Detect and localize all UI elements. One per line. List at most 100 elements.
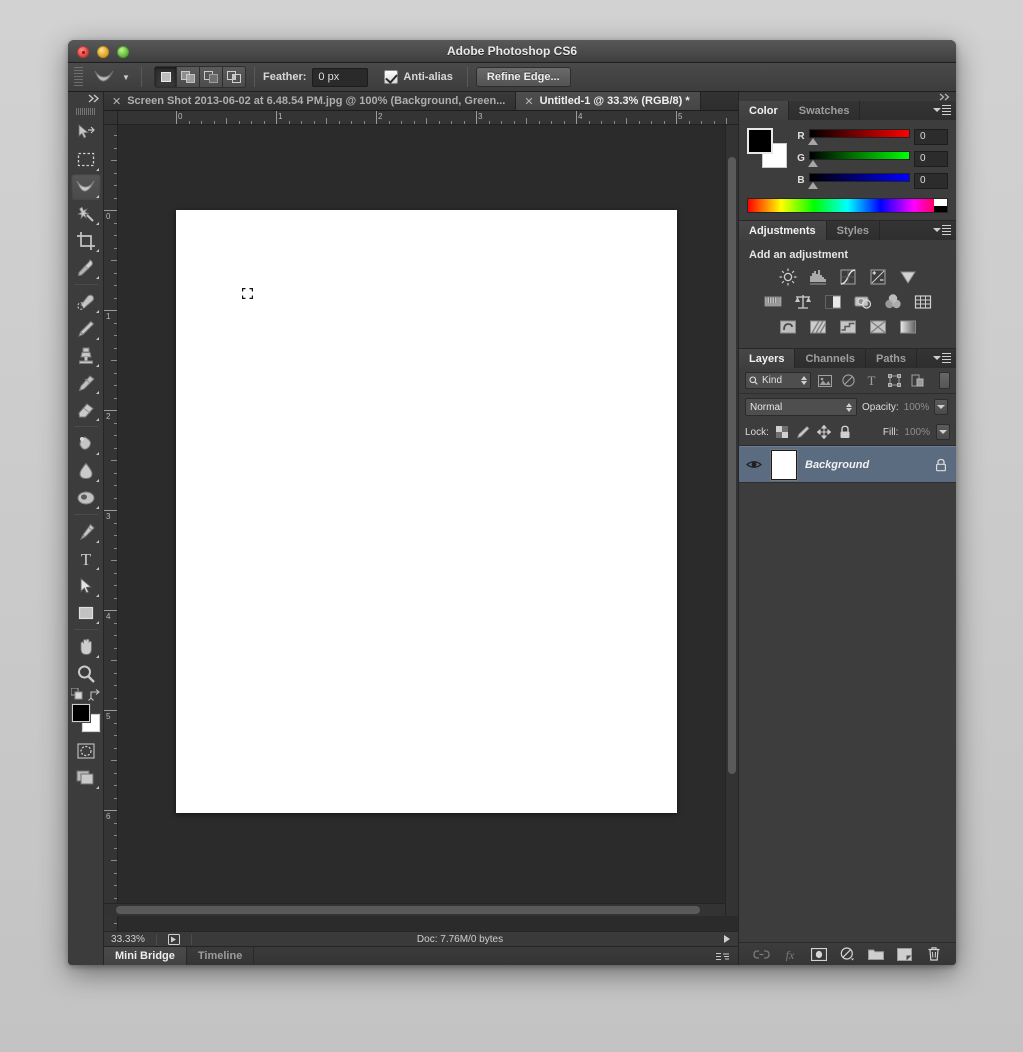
zoom-window-button[interactable] <box>117 46 129 58</box>
color-balance-icon[interactable] <box>793 292 813 312</box>
refine-edge-button[interactable]: Refine Edge... <box>475 67 571 87</box>
blend-mode-stepper-icon[interactable] <box>846 402 852 412</box>
brightness-contrast-icon[interactable] <box>778 267 798 287</box>
color-spectrum-ramp[interactable] <box>747 198 948 213</box>
subtract-from-selection-button[interactable] <box>200 66 223 88</box>
pen-tool[interactable] <box>71 518 101 545</box>
type-tool[interactable]: T <box>71 545 101 572</box>
gradient-tool[interactable] <box>71 430 101 457</box>
lock-all-icon[interactable] <box>838 425 853 440</box>
dodge-tool[interactable] <box>71 484 101 511</box>
filter-kind-select[interactable]: Kind <box>745 372 811 389</box>
eye-icon[interactable] <box>745 459 763 470</box>
move-tool[interactable] <box>71 119 101 146</box>
panel-menu-icon[interactable] <box>933 225 951 235</box>
vertical-scrollbar[interactable] <box>725 125 738 916</box>
green-slider[interactable] <box>808 150 910 167</box>
quick-mask-mode-icon[interactable] <box>71 737 101 764</box>
bottom-panel-menu-icon[interactable] <box>716 947 738 965</box>
filter-enable-toggle[interactable] <box>939 372 950 389</box>
tab-color[interactable]: Color <box>739 101 789 120</box>
path-selection-tool[interactable] <box>71 572 101 599</box>
dock-collapse-button[interactable] <box>739 92 956 101</box>
history-brush-tool[interactable] <box>71 369 101 396</box>
close-icon[interactable]: ✕ <box>524 95 533 108</box>
minimize-window-button[interactable] <box>97 46 109 58</box>
hand-tool[interactable] <box>71 633 101 660</box>
delete-layer-icon[interactable] <box>925 945 943 963</box>
new-group-icon[interactable] <box>867 945 885 963</box>
document-tab-1[interactable]: ✕ Screen Shot 2013-06-02 at 6.48.54 PM.j… <box>104 92 517 110</box>
photo-filter-icon[interactable] <box>853 292 873 312</box>
red-slider[interactable] <box>808 128 910 145</box>
intersect-with-selection-button[interactable] <box>223 66 246 88</box>
blur-tool[interactable] <box>71 457 101 484</box>
green-value-field[interactable]: 0 <box>914 150 948 167</box>
lasso-tool[interactable] <box>70 173 101 200</box>
lasso-tool-icon[interactable] <box>89 65 119 89</box>
opacity-dropdown-button[interactable] <box>934 399 949 415</box>
layer-styles-fx-icon[interactable]: fx <box>781 945 799 963</box>
link-layers-icon[interactable] <box>752 945 770 963</box>
invert-icon[interactable] <box>778 317 798 337</box>
lock-transparent-pixels-icon[interactable] <box>775 425 790 440</box>
blue-slider[interactable] <box>808 172 910 189</box>
play-triangle-icon[interactable] <box>724 935 730 943</box>
filter-smart-object-icon[interactable] <box>908 372 926 389</box>
tab-styles[interactable]: Styles <box>827 221 881 240</box>
threshold-icon[interactable] <box>838 317 858 337</box>
artboard[interactable] <box>176 210 677 813</box>
magic-wand-tool[interactable] <box>71 200 101 227</box>
brush-tool[interactable] <box>71 315 101 342</box>
horizontal-ruler[interactable]: 0 1 2 3 4 5 <box>118 111 738 125</box>
options-bar-grip[interactable] <box>74 67 83 87</box>
layer-thumbnail[interactable] <box>771 449 797 480</box>
posterize-icon[interactable] <box>808 317 828 337</box>
eraser-tool[interactable] <box>71 396 101 423</box>
spot-healing-brush-tool[interactable] <box>71 288 101 315</box>
zoom-level-field[interactable]: 33.33% <box>104 934 152 945</box>
fill-dropdown-button[interactable] <box>936 424 950 440</box>
canvas-viewport[interactable] <box>118 125 738 931</box>
filter-shape-icon[interactable] <box>885 372 903 389</box>
clone-stamp-tool[interactable] <box>71 342 101 369</box>
exposure-icon[interactable] <box>868 267 888 287</box>
rectangular-marquee-tool[interactable] <box>71 146 101 173</box>
panel-menu-icon[interactable] <box>933 105 951 115</box>
vertical-scrollbar-thumb[interactable] <box>728 156 736 774</box>
toolbox-expand-button[interactable] <box>68 92 103 105</box>
table-row[interactable]: Background <box>739 446 956 483</box>
blend-mode-select[interactable]: Normal <box>745 398 857 416</box>
foreground-color-swatch[interactable] <box>71 704 90 722</box>
swap-colors-icon[interactable] <box>87 688 101 701</box>
screen-mode-icon[interactable] <box>71 764 101 791</box>
lock-image-pixels-icon[interactable] <box>796 425 811 440</box>
layer-name[interactable]: Background <box>805 459 924 471</box>
add-to-selection-button[interactable] <box>177 66 200 88</box>
vertical-ruler[interactable]: 10123456 <box>104 125 118 931</box>
black-white-icon[interactable] <box>823 292 843 312</box>
color-lookup-icon[interactable] <box>913 292 933 312</box>
panel-menu-icon[interactable] <box>933 353 951 363</box>
close-icon[interactable]: ✕ <box>112 95 121 108</box>
new-layer-icon[interactable] <box>896 945 914 963</box>
add-layer-mask-icon[interactable] <box>810 945 828 963</box>
tab-channels[interactable]: Channels <box>795 349 866 368</box>
filter-adjustment-icon[interactable] <box>839 372 857 389</box>
tab-adjustments[interactable]: Adjustments <box>739 221 827 240</box>
opacity-value[interactable]: 100% <box>904 402 930 413</box>
horizontal-scrollbar[interactable] <box>104 903 725 916</box>
red-value-field[interactable]: 0 <box>914 128 948 145</box>
lock-position-icon[interactable] <box>817 425 832 440</box>
horizontal-scrollbar-thumb[interactable] <box>116 906 701 914</box>
close-window-button[interactable] <box>77 46 89 58</box>
crop-tool[interactable] <box>71 227 101 254</box>
layer-list[interactable]: Background <box>739 446 956 942</box>
levels-icon[interactable] <box>808 267 828 287</box>
document-tab-2[interactable]: ✕ Untitled-1 @ 33.3% (RGB/8) * <box>516 92 701 110</box>
filter-pixel-icon[interactable] <box>816 372 834 389</box>
eyedropper-tool[interactable] <box>71 254 101 281</box>
zoom-tool[interactable] <box>71 660 101 687</box>
tab-paths[interactable]: Paths <box>866 349 917 368</box>
ruler-corner[interactable] <box>104 111 118 125</box>
